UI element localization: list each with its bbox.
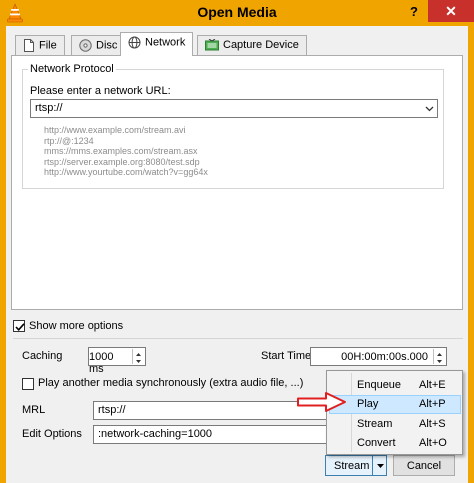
- disc-icon: [79, 39, 92, 52]
- help-button[interactable]: ?: [406, 3, 422, 21]
- spin-up-button[interactable]: [133, 349, 144, 356]
- url-example: http://www.yourtube.com/watch?v=gg64x: [44, 167, 208, 178]
- tab-network-label: Network: [145, 36, 186, 49]
- network-icon: [128, 36, 141, 49]
- network-protocol-title: Network Protocol: [28, 63, 116, 75]
- annotation-arrow-icon: [297, 392, 346, 412]
- window-title: Open Media: [197, 4, 277, 20]
- play-another-media-label: Play another media synchronously (extra …: [38, 377, 304, 389]
- caret-down-icon: [377, 464, 384, 468]
- window-frame-right: [468, 26, 474, 483]
- spin-up-button[interactable]: [434, 349, 445, 356]
- tab-capture-device-label: Capture Device: [223, 39, 299, 52]
- url-example: rtsp://server.example.org:8080/test.sdp: [44, 156, 200, 167]
- show-more-options-label: Show more options: [29, 320, 124, 332]
- network-url-value: rtsp://: [35, 102, 63, 114]
- tab-capture-device[interactable]: Capture Device: [197, 35, 307, 55]
- mrl-label: MRL: [22, 404, 46, 416]
- start-time-spinbox[interactable]: 00H:00m:00s.000: [310, 347, 447, 366]
- menu-item-label: Play: [357, 398, 379, 410]
- tab-disc[interactable]: Disc: [71, 35, 126, 55]
- menu-item-shortcut: Alt+P: [419, 398, 446, 410]
- menu-item-convert[interactable]: Convert Alt+O: [329, 434, 461, 453]
- title-bar[interactable]: Open Media ? ✕: [0, 0, 474, 26]
- tab-network[interactable]: Network: [120, 32, 194, 56]
- network-url-prompt: Please enter a network URL:: [30, 85, 171, 97]
- caching-spinbox[interactable]: 1000 ms: [88, 347, 146, 375]
- menu-item-label: Convert: [357, 437, 396, 449]
- tab-disc-label: Disc: [96, 39, 118, 52]
- tab-file[interactable]: File: [15, 35, 65, 55]
- caching-value: 1000 ms: [89, 351, 114, 375]
- play-another-media-checkbox[interactable]: [22, 378, 34, 390]
- stream-dropdown-toggle[interactable]: [372, 456, 387, 475]
- url-example: http://www.example.com/stream.avi: [44, 125, 186, 135]
- edit-options-value: :network-caching=1000: [98, 428, 213, 440]
- mrl-value: rtsp://: [98, 404, 126, 416]
- stream-button[interactable]: Stream: [325, 455, 387, 476]
- spin-down-button[interactable]: [133, 356, 144, 363]
- network-url-input[interactable]: rtsp://: [30, 99, 438, 118]
- start-time-value: 00H:00m:00s.000: [341, 351, 428, 363]
- menu-item-stream[interactable]: Stream Alt+S: [329, 415, 461, 434]
- spin-down-button[interactable]: [434, 356, 445, 363]
- cancel-button[interactable]: Cancel: [393, 455, 455, 476]
- chevron-down-icon[interactable]: [425, 104, 434, 113]
- show-more-options-checkbox[interactable]: [13, 320, 25, 332]
- start-time-label: Start Time: [261, 350, 312, 362]
- chevron-down-icon: [437, 360, 442, 363]
- url-example: rtp://@:1234: [44, 135, 94, 146]
- stream-button-label: Stream: [334, 460, 370, 472]
- menu-item-label: Enqueue: [357, 379, 402, 391]
- caching-label: Caching: [22, 350, 63, 362]
- file-icon: [24, 39, 34, 52]
- menu-item-enqueue[interactable]: Enqueue Alt+E: [329, 376, 461, 395]
- edit-options-field[interactable]: :network-caching=1000: [93, 425, 333, 444]
- window-frame-left: [0, 26, 6, 483]
- close-button[interactable]: ✕: [428, 0, 474, 22]
- menu-item-shortcut: Alt+S: [419, 418, 446, 430]
- url-example: mms://mms.examples.com/stream.asx: [44, 146, 198, 157]
- menu-item-play[interactable]: Play Alt+P: [329, 395, 461, 414]
- tab-file-label: File: [39, 39, 57, 52]
- capture-device-icon: [205, 39, 219, 51]
- edit-options-label: Edit Options: [22, 428, 82, 440]
- menu-item-shortcut: Alt+O: [419, 437, 447, 449]
- url-examples: http://www.example.com/stream.avi rtp://…: [44, 125, 208, 178]
- menu-item-label: Stream: [357, 418, 393, 430]
- checkmark-icon: [15, 323, 25, 331]
- menu-item-shortcut: Alt+E: [419, 379, 446, 391]
- chevron-down-icon: [136, 360, 141, 363]
